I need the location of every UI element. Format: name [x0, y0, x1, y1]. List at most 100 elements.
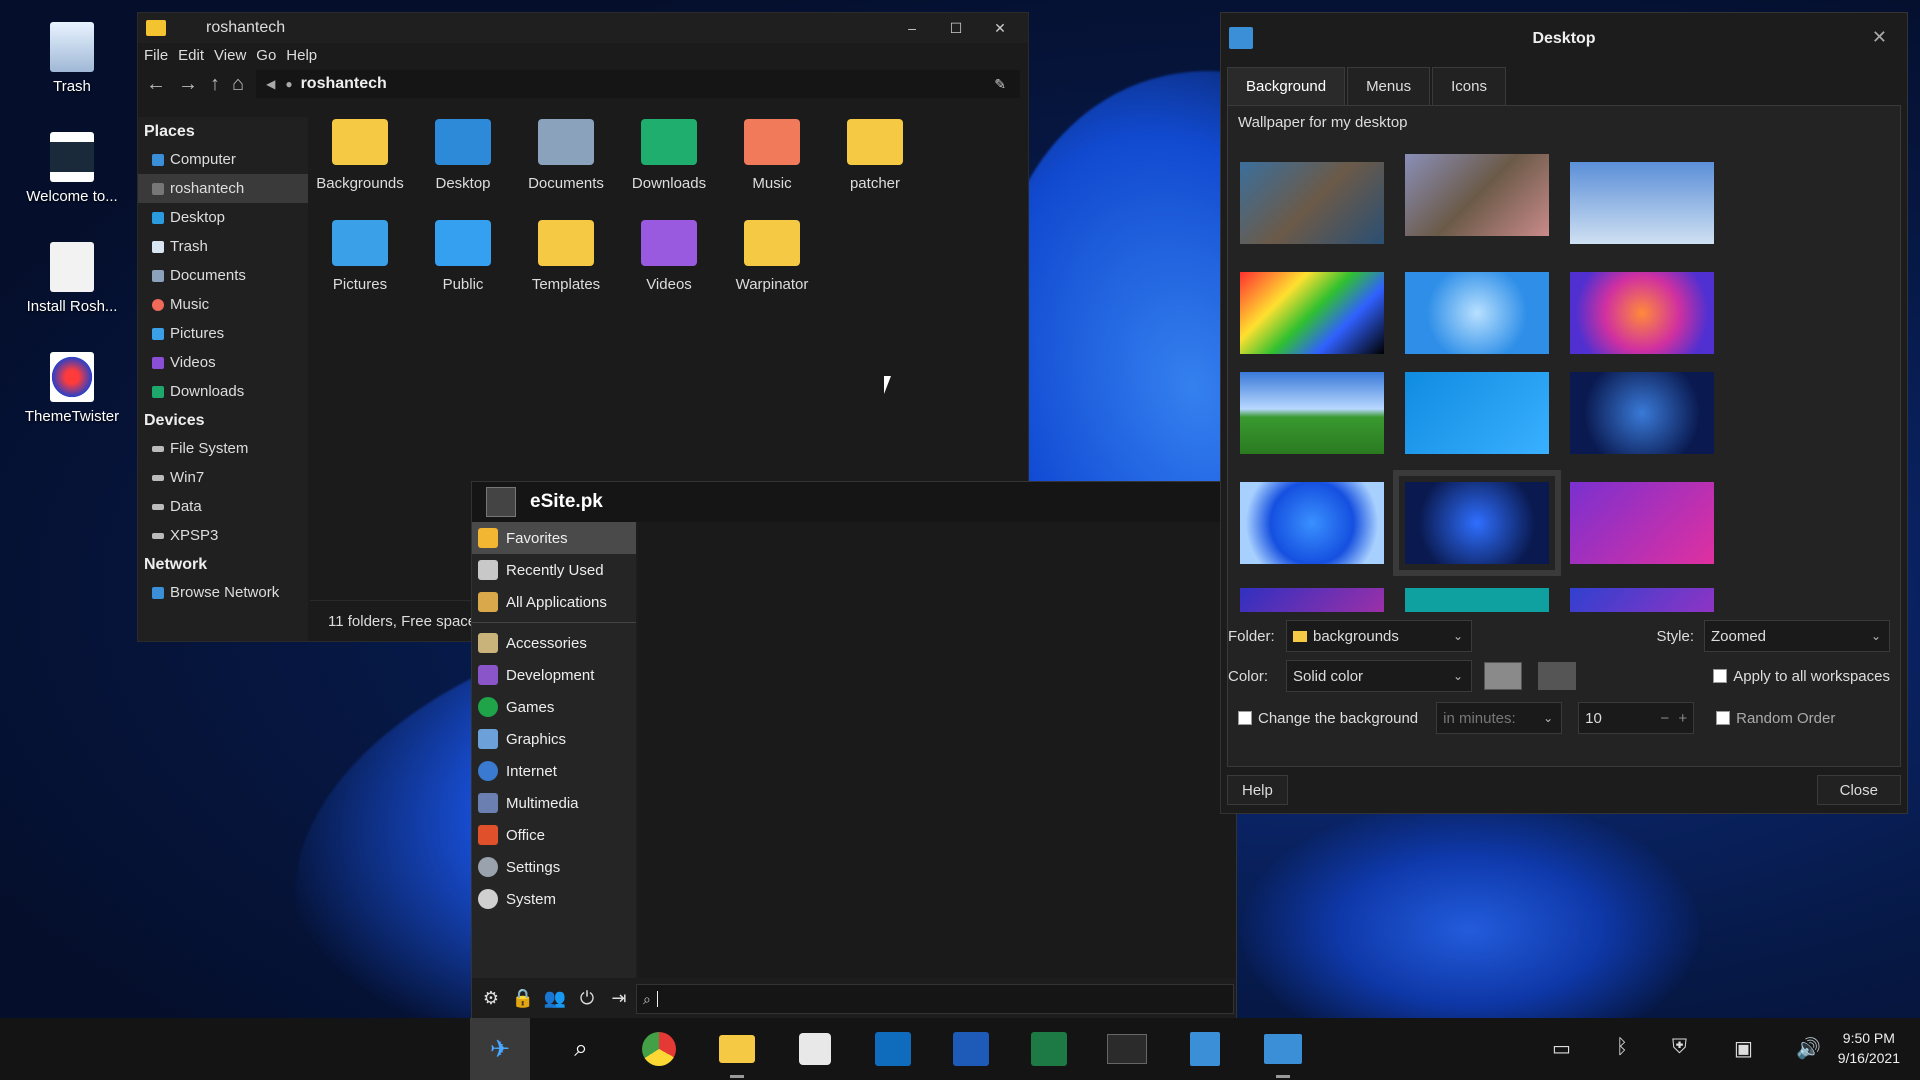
sidebar-item-win7[interactable]: Win7 — [138, 463, 308, 492]
path-segment[interactable]: roshantech — [301, 75, 387, 93]
sidebar-item-data[interactable]: Data — [138, 492, 308, 521]
tab-icons[interactable]: Icons — [1432, 67, 1506, 105]
back-icon[interactable]: ← — [146, 73, 166, 96]
taskbar-excel[interactable] — [1028, 1028, 1070, 1070]
desktop-icon-install[interactable]: Install Rosh... — [22, 242, 122, 315]
color-swatch-secondary[interactable] — [1538, 662, 1576, 690]
wallpaper-thumb[interactable] — [1570, 162, 1714, 244]
wallpaper-thumb[interactable] — [1405, 588, 1549, 612]
menu-view[interactable]: View — [214, 47, 246, 64]
menu-go[interactable]: Go — [256, 47, 276, 64]
folder-downloads[interactable]: Downloads — [619, 119, 719, 192]
folder-videos[interactable]: Videos — [619, 220, 719, 293]
bluetooth-icon[interactable]: ᛒ — [1616, 1036, 1628, 1059]
battery-icon[interactable]: ▭ — [1552, 1036, 1571, 1061]
taskbar-terminal[interactable] — [1106, 1028, 1148, 1070]
category-system[interactable]: System — [472, 883, 636, 915]
category-office[interactable]: Office — [472, 819, 636, 851]
category-multimedia[interactable]: Multimedia — [472, 787, 636, 819]
home-icon[interactable]: ⌂ — [232, 73, 244, 96]
sidebar-item-home[interactable]: roshantech — [138, 174, 308, 203]
help-button[interactable]: Help — [1227, 775, 1288, 805]
taskbar-desktop-settings[interactable] — [1262, 1028, 1304, 1078]
avatar[interactable] — [486, 487, 516, 517]
sidebar-item-videos[interactable]: Videos — [138, 348, 308, 377]
increment-icon[interactable]: + — [1678, 710, 1687, 727]
folder-warpinator[interactable]: Warpinator — [722, 220, 822, 293]
shield-icon[interactable]: ⛨ — [1672, 1036, 1687, 1059]
wallpaper-thumb[interactable] — [1240, 588, 1384, 612]
title-bar[interactable]: Desktop ✕ — [1221, 13, 1907, 65]
taskbar-notes[interactable] — [1184, 1028, 1226, 1070]
wallpaper-thumb[interactable] — [1570, 482, 1714, 564]
interval-unit-select[interactable]: in minutes: ⌄ — [1436, 702, 1563, 734]
tab-menus[interactable]: Menus — [1347, 67, 1431, 105]
sidebar-item-trash[interactable]: Trash — [138, 232, 308, 261]
desktop-icon-trash[interactable]: Trash — [22, 22, 122, 95]
wallpaper-thumb[interactable] — [1405, 372, 1549, 454]
wallpaper-thumb[interactable] — [1405, 154, 1549, 236]
taskbar-files[interactable] — [716, 1028, 758, 1078]
up-icon[interactable]: ↑ — [210, 73, 220, 96]
sidebar-item-xpsp3[interactable]: XPSP3 — [138, 521, 308, 550]
settings-icon[interactable]: ⚙ — [478, 985, 504, 1011]
random-order-checkbox[interactable]: Random Order — [1716, 710, 1835, 727]
category-accessories[interactable]: Accessories — [472, 627, 636, 659]
sidebar-item-music[interactable]: Music — [138, 290, 308, 319]
color-select[interactable]: Solid color ⌄ — [1286, 660, 1472, 692]
style-select[interactable]: Zoomed ⌄ — [1704, 620, 1890, 652]
sidebar-item-browse-network[interactable]: Browse Network — [138, 578, 308, 607]
path-bar[interactable]: ◀ ● roshantech ✎ — [256, 70, 1020, 98]
folder-pictures[interactable]: Pictures — [310, 220, 410, 293]
search-input[interactable]: ⌕ — [636, 984, 1234, 1014]
menu-edit[interactable]: Edit — [178, 47, 204, 64]
sidebar-item-computer[interactable]: Computer — [138, 145, 308, 174]
folder-patcher[interactable]: patcher — [825, 119, 925, 192]
change-bg-checkbox[interactable]: Change the background — [1238, 710, 1418, 727]
category-favorites[interactable]: Favorites — [472, 522, 636, 554]
category-internet[interactable]: Internet — [472, 755, 636, 787]
desktop-icon-themetwister[interactable]: ThemeTwister — [22, 352, 122, 425]
category-all-applications[interactable]: All Applications — [472, 586, 636, 618]
minimize-button[interactable]: – — [890, 13, 934, 43]
wallpaper-thumb-selected[interactable] — [1393, 470, 1561, 576]
category-settings[interactable]: Settings — [472, 851, 636, 883]
interval-stepper[interactable]: 10 − + — [1578, 702, 1695, 734]
edit-path-icon[interactable]: ✎ — [994, 76, 1006, 93]
category-recently-used[interactable]: Recently Used — [472, 554, 636, 586]
color-swatch-primary[interactable] — [1484, 662, 1522, 690]
taskbar-store[interactable] — [794, 1028, 836, 1070]
sidebar-item-downloads[interactable]: Downloads — [138, 377, 308, 406]
taskbar-search[interactable]: ⌕ — [560, 1028, 602, 1070]
decrement-icon[interactable]: − — [1660, 710, 1669, 727]
folder-backgrounds[interactable]: Backgrounds — [310, 119, 410, 192]
taskbar-outlook[interactable] — [872, 1028, 914, 1070]
wallpaper-thumb[interactable] — [1570, 588, 1714, 612]
category-graphics[interactable]: Graphics — [472, 723, 636, 755]
desktop-icon-welcome[interactable]: Welcome to... — [22, 132, 122, 205]
wallpaper-thumb[interactable] — [1240, 482, 1384, 564]
clock[interactable]: 9:50 PM 9/16/2021 — [1838, 1028, 1900, 1068]
switch-user-icon[interactable]: 👥 — [542, 985, 568, 1011]
maximize-button[interactable]: ☐ — [934, 13, 978, 43]
logout-icon[interactable]: ⇥ — [606, 985, 632, 1011]
folder-documents[interactable]: Documents — [516, 119, 616, 192]
close-button[interactable]: Close — [1816, 775, 1901, 805]
folder-templates[interactable]: Templates — [516, 220, 616, 293]
title-bar[interactable]: roshantech – ☐ ✕ — [138, 13, 1028, 43]
folder-desktop[interactable]: Desktop — [413, 119, 513, 192]
category-development[interactable]: Development — [472, 659, 636, 691]
tab-background[interactable]: Background — [1227, 67, 1346, 105]
network-icon[interactable]: ▣ — [1734, 1036, 1753, 1061]
wallpaper-thumb[interactable] — [1570, 372, 1714, 454]
wallpaper-thumb[interactable] — [1240, 162, 1384, 244]
sidebar-item-documents[interactable]: Documents — [138, 261, 308, 290]
path-left-icon[interactable]: ◀ — [266, 77, 275, 91]
wallpaper-thumb[interactable] — [1240, 272, 1384, 354]
menu-help[interactable]: Help — [286, 47, 317, 64]
close-button[interactable]: ✕ — [978, 13, 1022, 43]
taskbar-chrome[interactable] — [638, 1028, 680, 1070]
close-icon[interactable]: ✕ — [1872, 27, 1887, 48]
wallpaper-thumb[interactable] — [1240, 372, 1384, 454]
category-games[interactable]: Games — [472, 691, 636, 723]
